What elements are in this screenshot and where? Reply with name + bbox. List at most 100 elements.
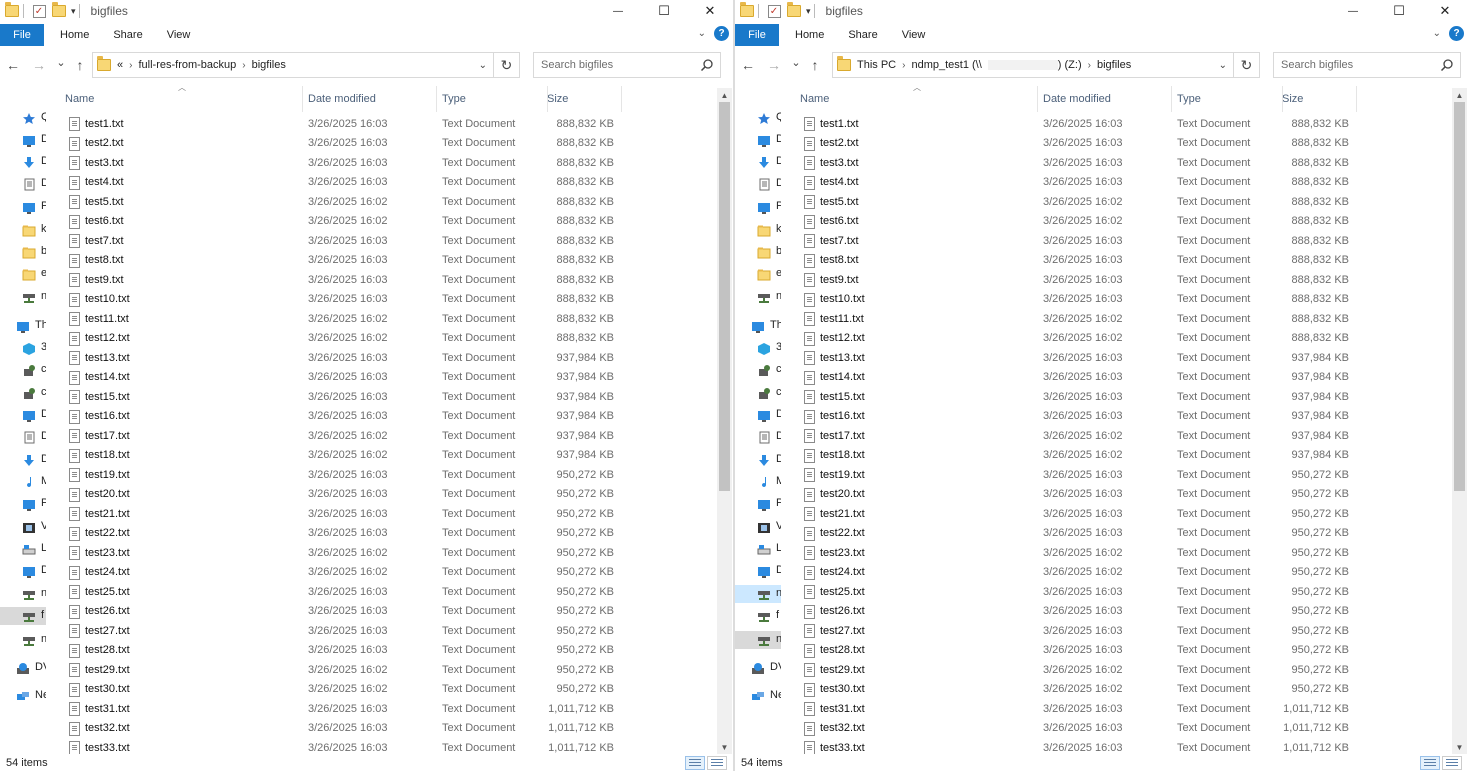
column-separator[interactable]: [436, 86, 437, 112]
search-box[interactable]: [1273, 52, 1461, 78]
file-row[interactable]: test12.txt 3/26/2025 16:02 Text Document 88…: [58, 329, 716, 349]
refresh-button[interactable]: ↻: [494, 52, 520, 78]
file-row[interactable]: test33.txt 3/26/2025 16:03 Text Document 1,…: [58, 738, 716, 754]
navpane-item[interactable]: Ne: [0, 687, 46, 705]
file-row[interactable]: test12.txt 3/26/2025 16:02 Text Document 88…: [793, 329, 1451, 349]
tab-home[interactable]: Home: [60, 29, 89, 41]
navpane-item[interactable]: n: [0, 585, 46, 603]
navpane-item[interactable]: D: [0, 153, 46, 171]
file-row[interactable]: test24.txt 3/26/2025 16:02 Text Document 95…: [793, 563, 1451, 583]
column-header-date-modified[interactable]: Date modified: [1043, 88, 1177, 110]
column-separator[interactable]: [1282, 86, 1283, 112]
tab-share[interactable]: Share: [113, 29, 142, 41]
navpane-item[interactable]: f: [735, 607, 781, 625]
file-row[interactable]: test27.txt 3/26/2025 16:03 Text Document 95…: [793, 621, 1451, 641]
file-row[interactable]: test16.txt 3/26/2025 16:03 Text Document 93…: [58, 407, 716, 427]
file-row[interactable]: test10.txt 3/26/2025 16:03 Text Document 88…: [58, 290, 716, 310]
details-view-button[interactable]: [685, 756, 705, 770]
search-input[interactable]: [541, 59, 691, 71]
file-row[interactable]: test30.txt 3/26/2025 16:02 Text Document 95…: [793, 680, 1451, 700]
navpane-item[interactable]: D: [735, 153, 781, 171]
navpane-item[interactable]: P: [735, 198, 781, 216]
file-row[interactable]: test1.txt 3/26/2025 16:03 Text Document 888…: [58, 114, 716, 134]
navpane-item[interactable]: k: [735, 221, 781, 239]
navpane-item[interactable]: D: [735, 175, 781, 193]
file-row[interactable]: test31.txt 3/26/2025 16:03 Text Document 1,…: [58, 699, 716, 719]
navpane-item[interactable]: c: [0, 384, 46, 402]
new-folder-icon[interactable]: [786, 2, 802, 19]
recent-locations-button[interactable]: ⌄: [787, 53, 805, 71]
navpane-item[interactable]: V: [0, 518, 46, 536]
breadcrumb-overflow[interactable]: «: [117, 59, 123, 71]
file-row[interactable]: test21.txt 3/26/2025 16:03 Text Document 95…: [58, 504, 716, 524]
navpane-item[interactable]: D: [735, 406, 781, 424]
navpane-item[interactable]: n: [735, 288, 781, 306]
breadcrumb-item[interactable]: bigfiles: [1097, 59, 1131, 71]
scroll-thumb[interactable]: [719, 102, 730, 492]
column-separator[interactable]: [621, 86, 622, 112]
navpane-item[interactable]: 3: [735, 339, 781, 357]
breadcrumb-chevron-icon[interactable]: ›: [129, 60, 132, 71]
maximize-button[interactable]: ☐: [1376, 0, 1422, 22]
navpane-item[interactable]: P: [0, 198, 46, 216]
tab-view[interactable]: View: [167, 29, 191, 41]
navpane-item[interactable]: D: [735, 562, 781, 580]
navpane-item[interactable]: Ne: [735, 687, 781, 705]
file-row[interactable]: test14.txt 3/26/2025 16:03 Text Document 93…: [793, 368, 1451, 388]
column-separator[interactable]: [1037, 86, 1038, 112]
file-row[interactable]: test11.txt 3/26/2025 16:02 Text Document 88…: [793, 309, 1451, 329]
file-row[interactable]: test6.txt 3/26/2025 16:02 Text Document 888…: [793, 212, 1451, 232]
breadcrumb-item[interactable]: ndmp_test1 (\\: [911, 59, 981, 71]
navpane-item[interactable]: n: [0, 288, 46, 306]
scroll-down-button[interactable]: ▼: [717, 740, 732, 754]
navpane-item[interactable]: D: [0, 406, 46, 424]
file-row[interactable]: test18.txt 3/26/2025 16:02 Text Document 93…: [58, 446, 716, 466]
navpane-item[interactable]: L: [735, 540, 781, 558]
file-row[interactable]: test30.txt 3/26/2025 16:02 Text Document 95…: [58, 680, 716, 700]
scroll-up-button[interactable]: ▲: [717, 88, 732, 102]
address-dropdown-icon[interactable]: ⌄: [479, 60, 487, 71]
file-row[interactable]: test28.txt 3/26/2025 16:03 Text Document 95…: [58, 641, 716, 661]
expand-ribbon-icon[interactable]: ⌄: [1433, 28, 1441, 39]
file-row[interactable]: test23.txt 3/26/2025 16:02 Text Document 95…: [58, 543, 716, 563]
file-row[interactable]: test19.txt 3/26/2025 16:03 Text Document 95…: [58, 465, 716, 485]
forward-button[interactable]: →: [765, 56, 783, 74]
navpane-item[interactable]: D: [0, 451, 46, 469]
file-row[interactable]: test15.txt 3/26/2025 16:03 Text Document 93…: [58, 387, 716, 407]
refresh-button[interactable]: ↻: [1234, 52, 1260, 78]
file-row[interactable]: test17.txt 3/26/2025 16:02 Text Document 93…: [58, 426, 716, 446]
file-row[interactable]: test29.txt 3/26/2025 16:02 Text Document 95…: [793, 660, 1451, 680]
navpane-item[interactable]: e: [0, 265, 46, 283]
navpane-item[interactable]: D: [0, 562, 46, 580]
properties-checkbox-icon[interactable]: ✓: [766, 3, 782, 19]
up-button[interactable]: ↑: [806, 56, 824, 74]
file-row[interactable]: test27.txt 3/26/2025 16:03 Text Document 95…: [58, 621, 716, 641]
breadcrumb-item[interactable]: bigfiles: [252, 59, 286, 71]
file-row[interactable]: test14.txt 3/26/2025 16:03 Text Document 93…: [58, 368, 716, 388]
file-row[interactable]: test32.txt 3/26/2025 16:03 Text Document 1,…: [58, 719, 716, 739]
column-header-date-modified[interactable]: Date modified: [308, 88, 442, 110]
file-row[interactable]: test20.txt 3/26/2025 16:03 Text Document 95…: [58, 485, 716, 505]
file-row[interactable]: test6.txt 3/26/2025 16:02 Text Document 888…: [58, 212, 716, 232]
navpane-item[interactable]: P: [0, 495, 46, 513]
properties-checkbox-icon[interactable]: ✓: [31, 3, 47, 19]
file-row[interactable]: test3.txt 3/26/2025 16:03 Text Document 888…: [793, 153, 1451, 173]
details-view-button[interactable]: [1420, 756, 1440, 770]
forward-button[interactable]: →: [30, 56, 48, 74]
quick-access-dropdown-icon[interactable]: ▾: [71, 6, 76, 17]
file-row[interactable]: test26.txt 3/26/2025 16:03 Text Document 95…: [793, 602, 1451, 622]
file-row[interactable]: test7.txt 3/26/2025 16:03 Text Document 888…: [793, 231, 1451, 251]
column-header-type[interactable]: Type: [1177, 88, 1288, 110]
navpane-item[interactable]: Th: [735, 317, 781, 335]
file-row[interactable]: test32.txt 3/26/2025 16:03 Text Document 1,…: [793, 719, 1451, 739]
navpane-item[interactable]: M: [0, 473, 46, 491]
vertical-scrollbar[interactable]: ▲ ▼: [717, 88, 732, 754]
navpane-item[interactable]: D: [0, 428, 46, 446]
navpane-item[interactable]: Qu: [0, 109, 46, 127]
breadcrumb-chevron-icon[interactable]: ›: [902, 60, 905, 71]
file-row[interactable]: test16.txt 3/26/2025 16:03 Text Document 93…: [793, 407, 1451, 427]
file-row[interactable]: test17.txt 3/26/2025 16:02 Text Document 93…: [793, 426, 1451, 446]
navpane-item[interactable]: DV: [735, 659, 781, 677]
file-row[interactable]: test15.txt 3/26/2025 16:03 Text Document 93…: [793, 387, 1451, 407]
tab-file[interactable]: File: [0, 24, 44, 46]
